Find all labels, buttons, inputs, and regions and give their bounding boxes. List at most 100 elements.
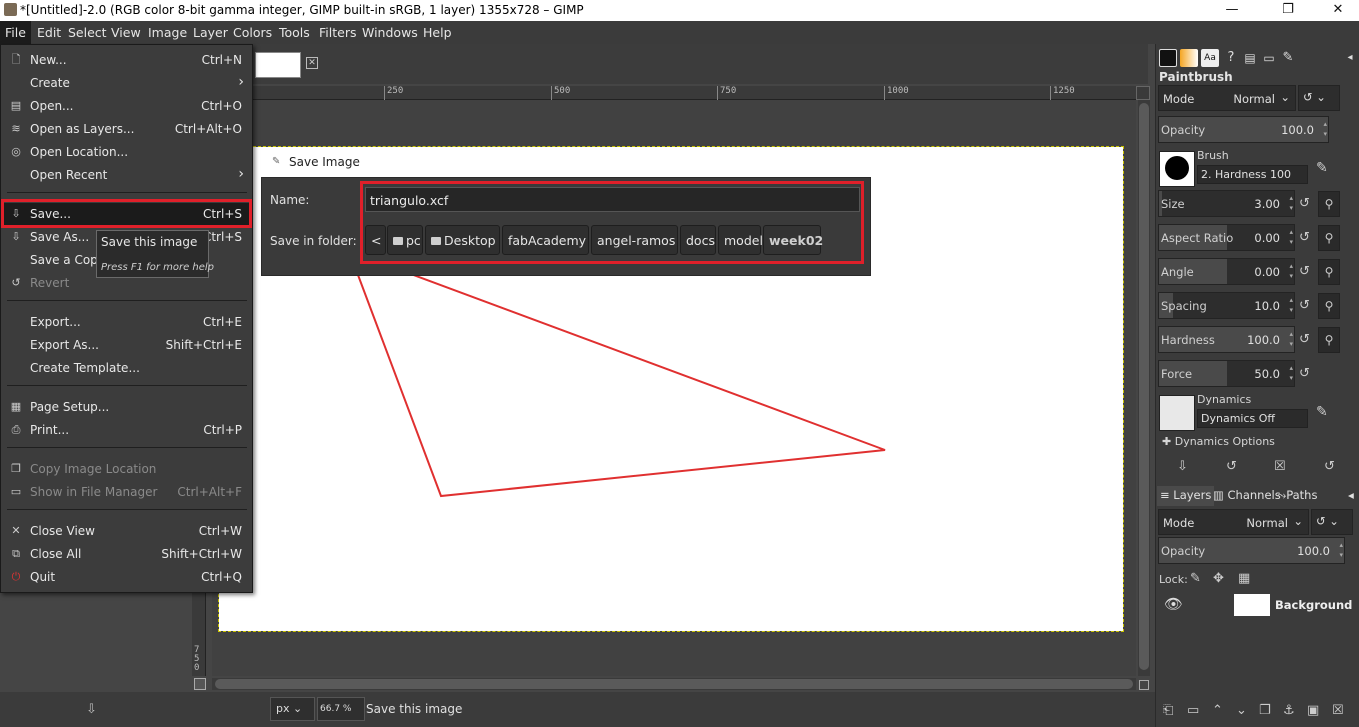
menu-item-new[interactable]: 🗋 New... Ctrl+N	[2, 49, 252, 71]
dock-menu-icon[interactable]: ◂	[1341, 49, 1359, 67]
link-icon[interactable]: ⚲	[1318, 327, 1340, 353]
undo-history-tab-icon[interactable]: ▤	[1241, 49, 1259, 67]
raise-layer-icon[interactable]: ⌃	[1212, 703, 1223, 718]
aspect-ratio-slider[interactable]: Aspect Ratio 0.00 ▴ ▾	[1158, 224, 1295, 251]
lock-position-icon[interactable]: ✥	[1213, 571, 1224, 586]
hardness-slider[interactable]: Hardness 100.0 ▴ ▾	[1158, 326, 1295, 353]
image-tab-thumbnail[interactable]	[255, 52, 301, 78]
layer-mode-select[interactable]: Mode Normal ⌄	[1158, 509, 1309, 535]
minimize-button[interactable]: —	[1212, 0, 1252, 21]
opacity-slider[interactable]: Opacity 100.0 ▴ ▾	[1158, 116, 1329, 143]
reset-icon[interactable]: ↺	[1299, 196, 1310, 211]
menu-item-export-as[interactable]: Export As... Shift+Ctrl+E	[2, 334, 252, 356]
quick-mask-toggle-icon[interactable]	[1136, 86, 1150, 100]
brush-tab-icon[interactable]: ✎	[1279, 49, 1297, 67]
new-layer-icon[interactable]: ⎗	[1163, 703, 1173, 718]
reset-icon[interactable]: ↺	[1299, 366, 1310, 381]
duplicate-layer-icon[interactable]: ❐	[1259, 703, 1271, 718]
tool-options-tab-icon[interactable]	[1159, 49, 1177, 67]
delete-layer-icon[interactable]: ☒	[1332, 703, 1344, 718]
menu-tools[interactable]: Tools	[279, 25, 310, 40]
layer-opacity-slider[interactable]: Opacity 100.0 ▴ ▾	[1158, 537, 1345, 564]
device-status-tab-icon[interactable]: ▭	[1260, 49, 1278, 67]
reset-icon[interactable]: ↺	[1299, 264, 1310, 279]
export-icon[interactable]: ⇩	[86, 702, 97, 717]
zoom-to-fit-icon[interactable]	[1139, 680, 1149, 690]
menu-item-print[interactable]: ⎙ Print... Ctrl+P	[2, 419, 252, 441]
mask-icon[interactable]: ▣	[1307, 703, 1319, 718]
tab-channels[interactable]: ▥ Channels	[1210, 486, 1284, 506]
lock-pixels-icon[interactable]: ✎	[1190, 571, 1201, 586]
anchor-layer-icon[interactable]: ⚓	[1283, 703, 1295, 718]
mode-select[interactable]: Mode Normal ⌄	[1158, 85, 1296, 111]
tab-layers[interactable]: ≡ Layers	[1157, 486, 1215, 506]
menu-item-open-as-layers[interactable]: ≋ Open as Layers... Ctrl+Alt+O	[2, 118, 252, 140]
layer-composite-select[interactable]: ↺ ⌄	[1311, 509, 1353, 535]
fonts-tab-icon[interactable]: Aa	[1201, 49, 1219, 67]
menu-item-export[interactable]: Export... Ctrl+E	[2, 311, 252, 333]
edit-dynamics-icon[interactable]: ✎	[1316, 404, 1328, 420]
edit-brush-icon[interactable]: ✎	[1316, 160, 1328, 176]
menu-item-open-location[interactable]: ◎ Open Location...	[2, 141, 252, 163]
menu-item-create-template[interactable]: Create Template...	[2, 357, 252, 379]
menu-help[interactable]: Help	[423, 25, 452, 40]
menu-filters[interactable]: Filters	[319, 25, 356, 40]
mode-reset-select[interactable]: ↺ ⌄	[1298, 85, 1340, 111]
horizontal-ruler[interactable]: 250 500 750 1000 1250	[212, 86, 1136, 100]
dynamics-field[interactable]: Dynamics Off	[1197, 409, 1308, 428]
delete-options-icon[interactable]: ☒	[1274, 459, 1286, 474]
brush-preview[interactable]	[1159, 151, 1195, 187]
link-icon[interactable]: ⚲	[1318, 259, 1340, 285]
help-tab-icon[interactable]: ?	[1222, 49, 1240, 67]
new-layer-group-icon[interactable]: ▭	[1187, 703, 1199, 718]
menu-edit[interactable]: Edit	[37, 25, 61, 40]
gradient-tab-icon[interactable]	[1180, 49, 1198, 67]
close-window-button[interactable]: ✕	[1318, 0, 1358, 21]
reset-icon[interactable]: ↺	[1299, 298, 1310, 313]
unit-select[interactable]: px ⌄	[270, 697, 315, 721]
layer-row[interactable]: 👁 Background	[1158, 590, 1356, 620]
restore-options-icon[interactable]: ↺	[1226, 459, 1237, 474]
angle-slider[interactable]: Angle 0.00 ▴ ▾	[1158, 258, 1295, 285]
dynamics-preview-icon[interactable]	[1159, 395, 1195, 431]
reset-icon[interactable]: ↺	[1299, 230, 1310, 245]
zoom-input[interactable]: 66.7 %	[317, 697, 365, 721]
menu-item-open-recent[interactable]: Open Recent ›	[2, 164, 252, 186]
dynamics-options-expander[interactable]: ✚ Dynamics Options	[1162, 435, 1275, 448]
link-icon[interactable]: ⚲	[1318, 293, 1340, 319]
dock-menu-icon[interactable]: ◂	[1345, 486, 1357, 506]
size-slider[interactable]: Size 3.00 ▴ ▾	[1158, 190, 1295, 217]
menu-item-open[interactable]: ▤ Open... Ctrl+O	[2, 95, 252, 117]
lock-alpha-icon[interactable]: ▦	[1238, 571, 1250, 586]
menu-item-copy-image-location[interactable]: ❐ Copy Image Location	[2, 458, 252, 480]
maximize-button[interactable]: ❐	[1268, 0, 1308, 21]
navigate-icon[interactable]	[194, 678, 206, 690]
reset-icon[interactable]: ↺	[1299, 332, 1310, 347]
menu-item-close-view[interactable]: ✕ Close View Ctrl+W	[2, 520, 252, 542]
menu-item-show-in-file-manager[interactable]: ▭ Show in File Manager Ctrl+Alt+F	[2, 481, 252, 503]
vertical-scrollbar[interactable]	[1138, 100, 1150, 676]
brush-name-field[interactable]: 2. Hardness 100	[1197, 165, 1308, 184]
menu-item-create[interactable]: Create ›	[2, 72, 252, 94]
menu-windows[interactable]: Windows	[362, 25, 418, 40]
tab-paths[interactable]: ⤳Paths	[1274, 486, 1320, 506]
force-slider[interactable]: Force 50.0 ▴ ▾	[1158, 360, 1295, 387]
menu-layer[interactable]: Layer	[193, 25, 228, 40]
save-options-icon[interactable]: ⇩	[1177, 459, 1188, 474]
menu-colors[interactable]: Colors	[233, 25, 272, 40]
menu-item-page-setup[interactable]: ▦ Page Setup...	[2, 396, 252, 418]
link-icon[interactable]: ⚲	[1318, 225, 1340, 251]
menu-item-close-all[interactable]: ⧉ Close All Shift+Ctrl+W	[2, 543, 252, 565]
menu-file[interactable]: File	[0, 21, 31, 44]
menu-view[interactable]: View	[111, 25, 141, 40]
lower-layer-icon[interactable]: ⌄	[1236, 703, 1247, 718]
horizontal-scrollbar[interactable]	[212, 678, 1136, 690]
menu-image[interactable]: Image	[148, 25, 187, 40]
menu-item-quit[interactable]: ⏻ Quit Ctrl+Q	[2, 566, 252, 588]
link-icon[interactable]: ⚲	[1318, 191, 1340, 217]
close-tab-icon[interactable]: ✕	[306, 57, 318, 69]
menu-select[interactable]: Select	[68, 25, 107, 40]
spacing-slider[interactable]: Spacing 10.0 ▴ ▾	[1158, 292, 1295, 319]
eye-visibility-icon[interactable]: 👁	[1164, 595, 1183, 613]
reset-options-icon[interactable]: ↺	[1324, 459, 1335, 474]
